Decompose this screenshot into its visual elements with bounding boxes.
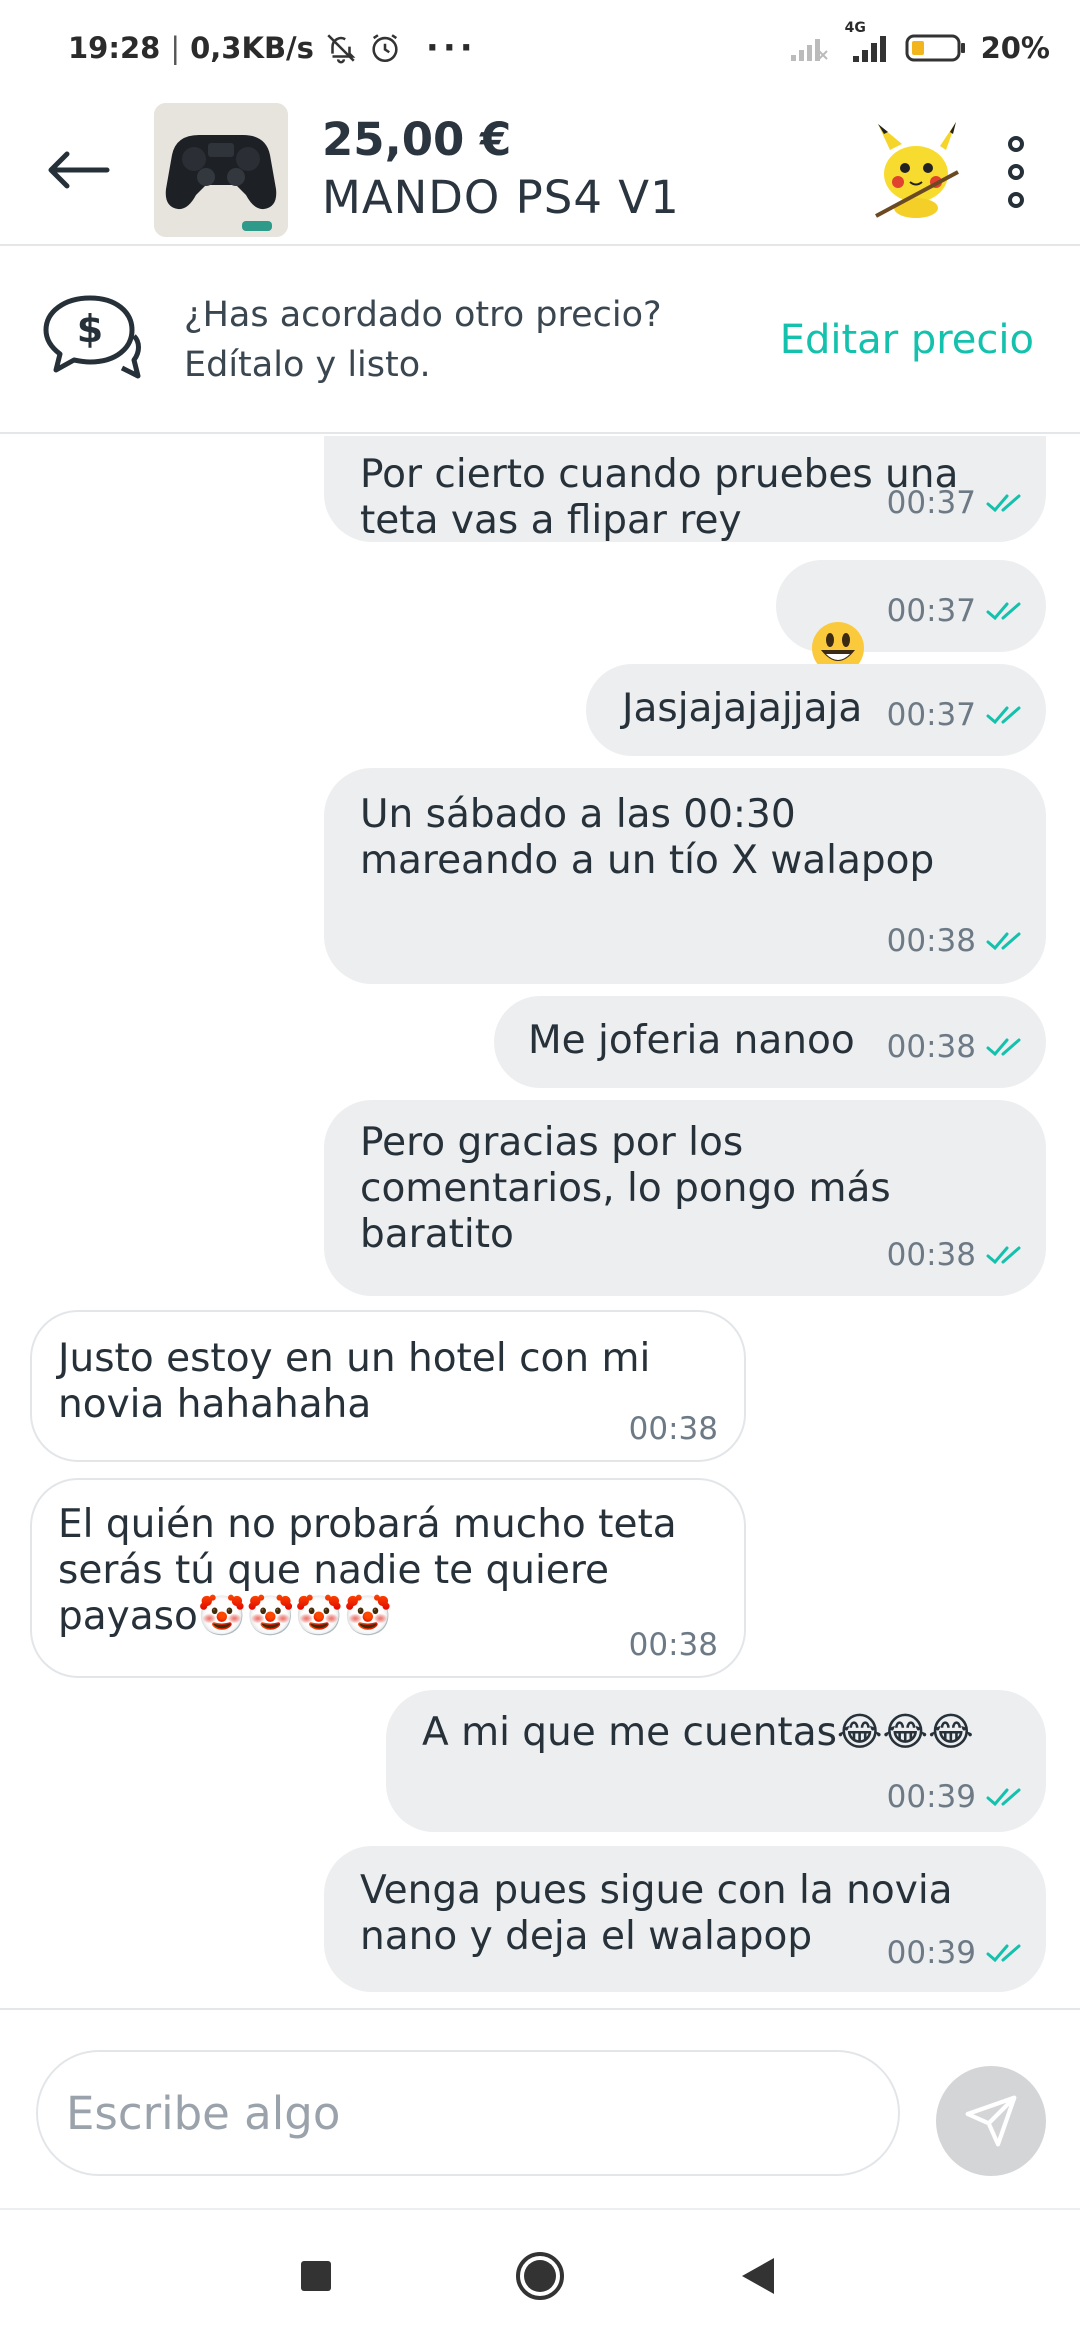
double-check-icon xyxy=(986,1036,1024,1058)
price-chat-icon: $ xyxy=(43,295,141,379)
more-options-button[interactable] xyxy=(996,122,1036,222)
edit-price-button[interactable]: Editar precio xyxy=(780,317,1034,363)
battery-level: 20% xyxy=(980,31,1050,65)
message-meta: 00:37 xyxy=(887,480,1024,526)
home-circle-icon xyxy=(516,2252,564,2300)
user-avatar[interactable] xyxy=(870,120,962,220)
nav-back-button[interactable] xyxy=(726,2244,790,2308)
message-outgoing[interactable]: 00:37 xyxy=(776,560,1046,674)
message-incoming[interactable]: El quién no probará mucho teta serás tú … xyxy=(30,1478,746,1678)
double-check-icon xyxy=(986,1786,1024,1808)
home-button[interactable] xyxy=(508,2244,572,2308)
battery-icon xyxy=(905,33,967,63)
double-check-icon xyxy=(986,600,1024,622)
back-arrow-icon xyxy=(48,151,110,189)
banner-line-2: Edítalo y listo. xyxy=(184,345,431,385)
signal-icon: 4G xyxy=(843,20,891,64)
back-triangle-icon xyxy=(742,2258,774,2294)
message-time: 00:38 xyxy=(628,1627,718,1663)
status-time: 19:28 xyxy=(68,31,161,65)
banner-line-1: ¿Has acordado otro precio? xyxy=(184,295,662,335)
message-time: 00:38 xyxy=(886,923,976,959)
message-time: 00:39 xyxy=(886,1935,976,1971)
message-time: 00:38 xyxy=(628,1411,718,1447)
message-composer xyxy=(0,2008,1080,2208)
svg-text:$: $ xyxy=(77,307,103,351)
message-time: 00:38 xyxy=(886,1029,976,1065)
message-outgoing[interactable]: Un sábado a las 00:30 mareando a un tío … xyxy=(324,768,1046,984)
back-button[interactable] xyxy=(40,132,116,208)
message-text: A mi que me cuentas😂😂😂 xyxy=(422,1710,974,1755)
message-meta: 00:38 xyxy=(629,1622,718,1668)
bell-off-icon xyxy=(324,31,358,65)
message-meta: 00:38 xyxy=(887,1024,1024,1070)
message-text: Pero gracias por los comentarios, lo pon… xyxy=(360,1120,891,1257)
price-agreement-banner: $ ¿Has acordado otro precio? Edítalo y l… xyxy=(0,248,1080,434)
message-meta: 00:39 xyxy=(887,1774,1024,1820)
message-time: 00:37 xyxy=(886,697,976,733)
message-outgoing[interactable]: Me joferia nanoo 00:38 xyxy=(494,996,1046,1088)
chat-header: 25,00 € MANDO PS4 V1 xyxy=(0,96,1080,246)
message-outgoing[interactable]: Pero gracias por los comentarios, lo pon… xyxy=(324,1100,1046,1296)
message-meta: 00:37 xyxy=(887,692,1024,738)
double-check-icon xyxy=(986,704,1024,726)
message-text: Justo estoy en un hotel con mi novia hah… xyxy=(58,1336,651,1427)
message-text: Por cierto cuando pruebes una teta vas a… xyxy=(360,452,959,543)
status-more-dots: ··· xyxy=(425,28,477,68)
status-network-speed: 0,3KB/s xyxy=(190,31,314,65)
system-navigation-bar xyxy=(0,2208,1080,2340)
chat-messages[interactable]: Por cierto cuando pruebes una teta vas a… xyxy=(0,436,1080,2008)
message-time: 00:37 xyxy=(886,485,976,521)
double-check-icon xyxy=(986,930,1024,952)
message-text: El quién no probará mucho teta serás tú … xyxy=(58,1502,677,1639)
message-text: Un sábado a las 00:30 mareando a un tío … xyxy=(360,792,935,883)
message-text: Jasjajajajjaja xyxy=(622,686,863,731)
message-time: 00:39 xyxy=(886,1779,976,1815)
message-meta: 00:37 xyxy=(887,588,1024,634)
more-vertical-icon xyxy=(1008,136,1024,152)
message-meta: 00:38 xyxy=(629,1406,718,1452)
recents-button[interactable] xyxy=(284,2244,348,2308)
network-type-label: 4G xyxy=(844,20,866,36)
double-check-icon xyxy=(986,1942,1024,1964)
message-outgoing[interactable]: Por cierto cuando pruebes una teta vas a… xyxy=(324,436,1046,543)
status-bar: 19:28 | 0,3KB/s ··· 4G 20% xyxy=(0,0,1080,96)
message-meta: 00:38 xyxy=(887,1232,1024,1278)
status-separator: | xyxy=(170,31,181,65)
message-time: 00:37 xyxy=(886,593,976,629)
message-outgoing[interactable]: Jasjajajajjaja 00:37 xyxy=(586,664,1046,756)
message-time: 00:38 xyxy=(886,1237,976,1273)
double-check-icon xyxy=(986,492,1024,514)
message-text: Venga pues sigue con la novia nano y dej… xyxy=(360,1868,953,1959)
product-thumbnail[interactable] xyxy=(154,103,288,237)
signal-off-icon xyxy=(789,33,829,63)
recents-square-icon xyxy=(301,2261,331,2291)
alarm-icon xyxy=(368,31,402,65)
message-meta: 00:39 xyxy=(887,1930,1024,1976)
banner-text: ¿Has acordado otro precio? Edítalo y lis… xyxy=(184,290,662,390)
message-input[interactable] xyxy=(36,2050,900,2176)
message-outgoing[interactable]: A mi que me cuentas😂😂😂 00:39 xyxy=(386,1690,1046,1832)
product-price: 25,00 € xyxy=(322,113,512,166)
double-check-icon xyxy=(986,1244,1024,1266)
message-meta: 00:38 xyxy=(887,918,1024,964)
send-button[interactable] xyxy=(936,2066,1046,2176)
send-icon xyxy=(965,2095,1017,2147)
product-info[interactable]: 25,00 € MANDO PS4 V1 xyxy=(322,112,680,228)
message-incoming[interactable]: Justo estoy en un hotel con mi novia hah… xyxy=(30,1310,746,1462)
product-title: MANDO PS4 V1 xyxy=(322,171,680,224)
message-outgoing[interactable]: Venga pues sigue con la novia nano y dej… xyxy=(324,1846,1046,1992)
message-text: Me joferia nanoo xyxy=(528,1018,855,1063)
